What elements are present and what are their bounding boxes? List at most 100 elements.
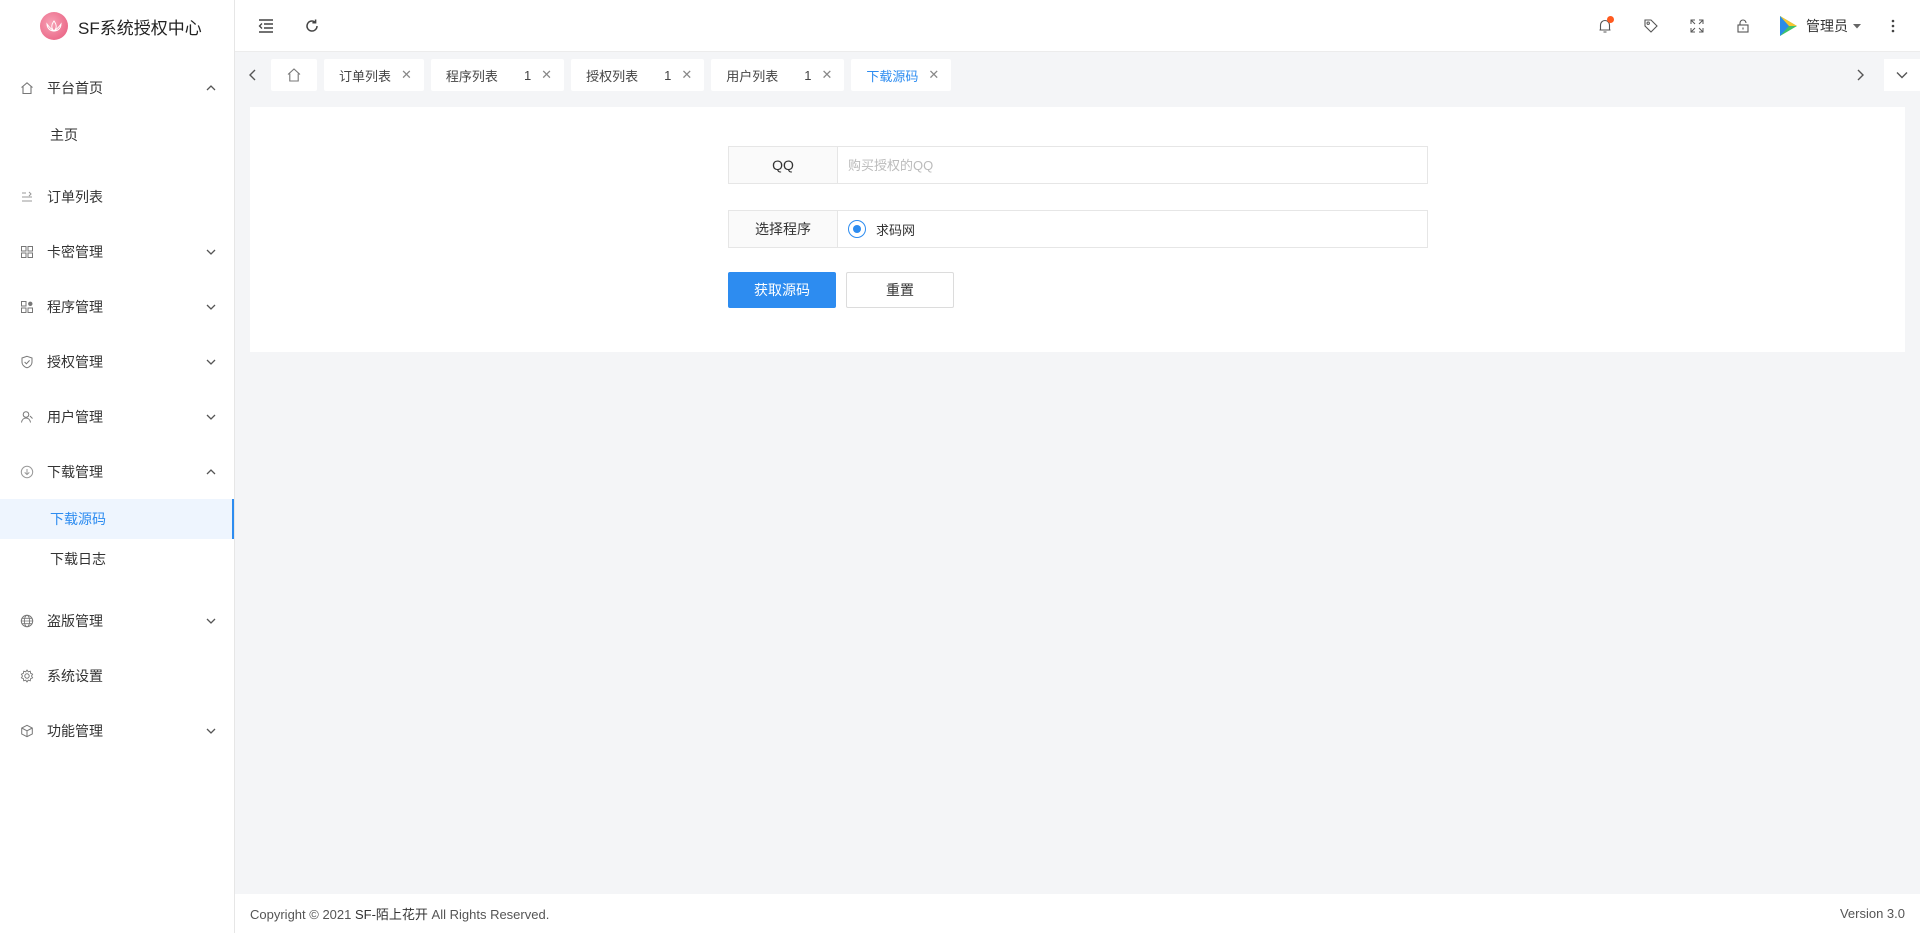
qq-input[interactable] [838, 146, 1428, 184]
download-form: QQ 选择程序 求码网 获取源码 重置 [728, 146, 1428, 308]
home-icon [287, 68, 301, 82]
sidebar-item-features[interactable]: 功能管理 [0, 703, 234, 758]
more-vertical-icon [1891, 19, 1895, 32]
tab-count: 1 [664, 67, 672, 83]
close-icon[interactable]: ✕ [681, 67, 692, 83]
refresh-icon [306, 19, 318, 32]
sidebar-item-users[interactable]: 用户管理 [0, 389, 234, 444]
tabs-bar: 订单列表 ✕ 程序列表 1 ✕ 授权列表 1 ✕ 用户列表 1 ✕ 下载源码 ✕ [235, 57, 1920, 93]
user-menu[interactable]: 管理员 [1776, 14, 1862, 38]
sidebar-item-label: 用户管理 [47, 408, 103, 425]
sidebar-item-home[interactable]: 平台首页 [0, 60, 234, 115]
tab-users[interactable]: 用户列表 1 ✕ [711, 59, 845, 91]
tab-home[interactable] [271, 59, 317, 91]
qq-label: QQ [728, 146, 838, 184]
close-icon[interactable]: ✕ [821, 67, 832, 83]
app-title: SF系统授权中心 [78, 18, 202, 38]
chevron-down-icon [1896, 72, 1908, 79]
program-option-label: 求码网 [876, 222, 916, 238]
logo[interactable]: SF系统授权中心 [0, 0, 234, 52]
tabs: 订单列表 ✕ 程序列表 1 ✕ 授权列表 1 ✕ 用户列表 1 ✕ 下载源码 ✕ [271, 59, 958, 91]
chevron-down-icon [204, 410, 218, 424]
shield-check-icon [20, 355, 34, 369]
tab-orders[interactable]: 订单列表 ✕ [324, 59, 424, 91]
tab-download-source[interactable]: 下载源码 ✕ [851, 59, 952, 91]
footer: Copyright © 2021 SF-陌上花开 All Rights Rese… [235, 894, 1920, 933]
copyright-text: Copyright © 2021 SF-陌上花开 All Rights Rese… [250, 907, 550, 922]
notification-button[interactable] [1592, 13, 1618, 39]
grid-icon [20, 245, 34, 259]
indent-icon [258, 18, 273, 33]
more-button[interactable] [1880, 13, 1906, 39]
brand-link[interactable]: SF-陌上花开 [355, 907, 428, 922]
tag-button[interactable] [1638, 13, 1664, 39]
tag-icon [1644, 18, 1658, 33]
sidebar-item-label: 卡密管理 [47, 243, 103, 260]
sidebar-item-cards[interactable]: 卡密管理 [0, 224, 234, 279]
tabs-dropdown-button[interactable] [1884, 59, 1920, 91]
form-buttons: 获取源码 重置 [728, 272, 1428, 308]
reset-button[interactable]: 重置 [846, 272, 954, 308]
chevron-down-icon [204, 614, 218, 628]
program-radio[interactable] [848, 220, 866, 238]
sidebar-item-label: 盗版管理 [47, 612, 103, 629]
cube-icon [20, 724, 34, 738]
sidebar-item-auth[interactable]: 授权管理 [0, 334, 234, 389]
sidebar-subitem-main[interactable]: 主页 [0, 115, 234, 155]
tabs-right [1842, 59, 1920, 91]
sidebar-item-piracy[interactable]: 盗版管理 [0, 593, 234, 648]
close-icon[interactable]: ✕ [401, 67, 412, 83]
user-icon [20, 410, 34, 424]
sidebar-subitem-download-log[interactable]: 下载日志 [0, 539, 234, 579]
avatar [1780, 15, 1797, 36]
sidebar-item-label: 下载管理 [47, 463, 103, 480]
sidebar-subitem-label: 下载日志 [50, 551, 106, 567]
tab-label: 用户列表 [726, 68, 779, 84]
sidebar-item-programs[interactable]: 程序管理 [0, 279, 234, 334]
sidebar-item-label: 平台首页 [47, 79, 103, 96]
top-header: 管理员 [235, 0, 1920, 52]
sidebar-item-downloads[interactable]: 下载管理 [0, 444, 234, 499]
user-name: 管理员 [1806, 17, 1848, 34]
sidebar: SF系统授权中心 平台首页 主页 订单列表 卡密管理 程序管理 授权管理 用户管… [0, 0, 235, 933]
home-icon [20, 81, 34, 95]
sidebar-subitem-download-source[interactable]: 下载源码 [0, 499, 234, 539]
tabs-next-button[interactable] [1842, 59, 1878, 91]
program-label: 选择程序 [728, 210, 838, 248]
sidebar-item-settings[interactable]: 系统设置 [0, 648, 234, 703]
fullscreen-button[interactable] [1684, 13, 1710, 39]
sidebar-item-label: 订单列表 [47, 188, 103, 205]
lock-icon [1737, 19, 1749, 33]
chevron-up-icon [204, 465, 218, 479]
tab-label: 订单列表 [339, 68, 392, 84]
tab-label: 授权列表 [586, 68, 639, 84]
chevron-down-icon [204, 355, 218, 369]
chevron-up-icon [204, 81, 218, 95]
sidebar-item-label: 功能管理 [47, 722, 103, 739]
list-icon [20, 190, 34, 204]
sidebar-item-orders[interactable]: 订单列表 [0, 169, 234, 224]
chevron-down-icon [204, 724, 218, 738]
tab-auth[interactable]: 授权列表 1 ✕ [571, 59, 705, 91]
logo-icon [40, 12, 68, 40]
tab-programs[interactable]: 程序列表 1 ✕ [430, 59, 565, 91]
version-text: Version 3.0 [1839, 906, 1905, 921]
tab-label: 下载源码 [866, 68, 919, 84]
refresh-button[interactable] [299, 13, 325, 39]
menu-collapse-button[interactable] [253, 13, 279, 39]
content-card: QQ 选择程序 求码网 获取源码 重置 [250, 107, 1905, 352]
close-icon[interactable]: ✕ [541, 67, 552, 83]
sidebar-item-label: 程序管理 [47, 298, 103, 315]
qq-row: QQ [728, 146, 1428, 184]
lock-screen-button[interactable] [1730, 13, 1756, 39]
chevron-down-icon [204, 245, 218, 259]
tabs-prev-button[interactable] [235, 59, 271, 91]
get-source-button[interactable]: 获取源码 [728, 272, 836, 308]
program-radio-group: 求码网 [838, 210, 1428, 248]
tab-count: 1 [804, 67, 812, 83]
chevron-down-icon [204, 300, 218, 314]
chevron-left-icon [249, 69, 256, 81]
globe-icon [20, 614, 34, 628]
close-icon[interactable]: ✕ [928, 67, 939, 83]
fullscreen-icon [1690, 19, 1704, 32]
